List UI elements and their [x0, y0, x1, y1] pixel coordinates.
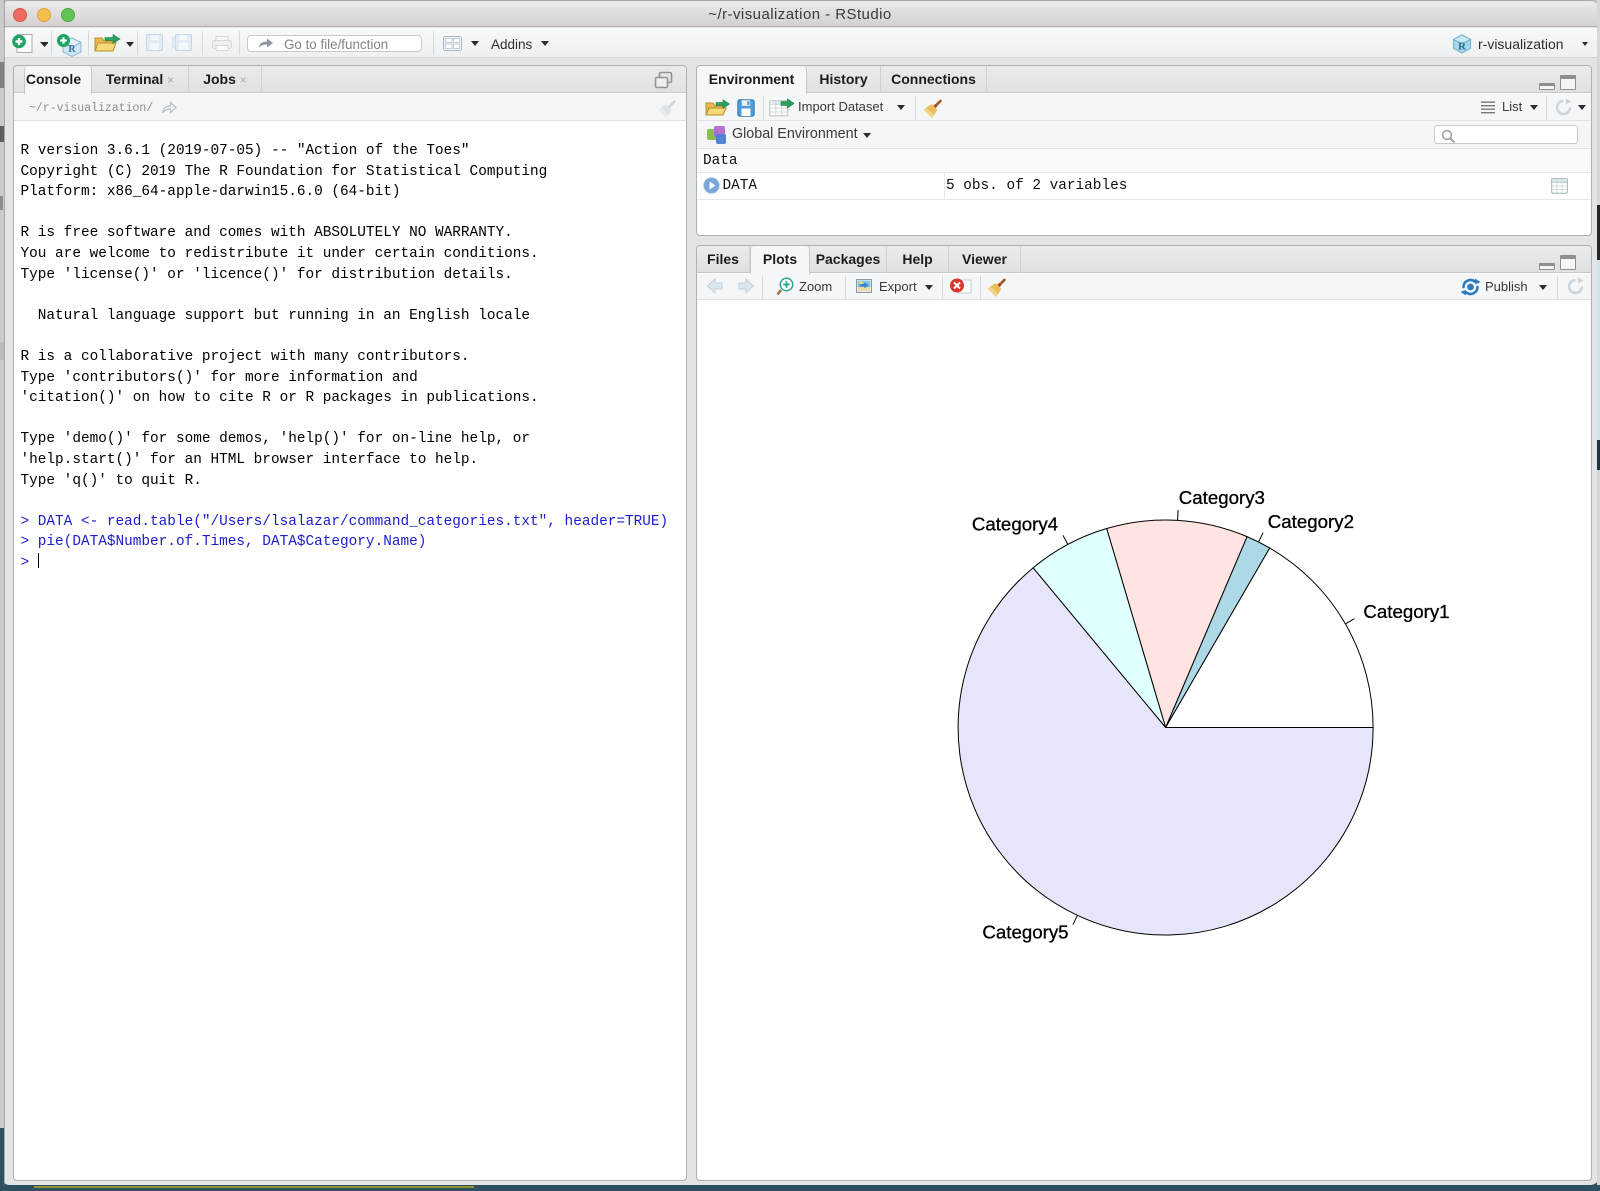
svg-text:Category4: Category4 — [972, 514, 1058, 535]
svg-text:R: R — [68, 44, 76, 55]
svg-text:Category2: Category2 — [1268, 511, 1354, 532]
svg-text:Category1: Category1 — [1363, 601, 1449, 622]
svg-text:Category3: Category3 — [1179, 487, 1265, 508]
svg-text:Category5: Category5 — [982, 922, 1068, 943]
svg-text:R: R — [1458, 41, 1467, 53]
